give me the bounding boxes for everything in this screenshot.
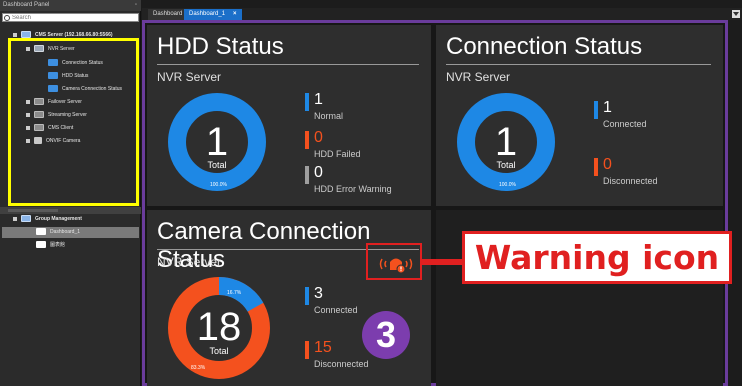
legend-bar [305, 131, 309, 149]
legend-value: 0 [603, 156, 612, 173]
group-icon [21, 215, 31, 223]
widget-title: Connection Status [446, 33, 643, 60]
legend-bar [305, 287, 309, 305]
warning-icon-highlight [366, 243, 422, 280]
legend-value: 15 [314, 339, 332, 356]
widget-connection-status: Connection Status NVR Server 1 Total 100… [436, 25, 723, 206]
group-header-bar [0, 207, 141, 214]
widget-subtitle: NVR Server [446, 70, 511, 84]
search-input[interactable] [12, 14, 132, 22]
donut-total: 1 [205, 120, 229, 164]
legend-label: HDD Error Warning [314, 184, 392, 194]
legend-label: Connected [603, 119, 647, 129]
legend-bar [305, 166, 309, 184]
tree-item-chart[interactable]: 圖表館 [36, 240, 65, 251]
tab-dashboard-1[interactable]: Dashboard_1 × [184, 9, 242, 20]
widget-subtitle: NVR Server [157, 255, 222, 269]
legend-label: Disconnected [314, 359, 369, 369]
expand-icon[interactable] [13, 32, 17, 37]
pin-icon[interactable]: ▫ [135, 0, 137, 11]
donut-percent-connected: 16.7% [227, 290, 242, 296]
legend-bar [594, 101, 598, 119]
donut-chart: 1 Total 100.0% [167, 92, 267, 192]
tab-menu-dropdown-icon[interactable] [732, 10, 740, 18]
widget-hdd-status: HDD Status NVR Server 1 Total 100.0% 1 N… [147, 25, 431, 206]
tree-item-dashboard-1[interactable]: Dashboard_1 [36, 227, 80, 238]
legend-value: 1 [603, 99, 612, 116]
legend-bar [305, 341, 309, 359]
step-badge: 3 [362, 311, 410, 359]
legend-bar [305, 93, 309, 111]
tab-dashboard[interactable]: Dashboard [148, 9, 188, 20]
legend-value: 1 [314, 91, 323, 108]
dashboard-panel: Dashboard Panel ▫ CMS Server (192.168.66… [0, 0, 141, 386]
callout-label: Warning icon [474, 238, 720, 277]
highlight-box [8, 38, 139, 206]
legend-bar [594, 158, 598, 176]
widget-title: HDD Status [157, 33, 284, 60]
search-box[interactable] [2, 13, 139, 22]
donut-percent-disconnected: 83.3% [191, 365, 206, 371]
callout-box: Warning icon [462, 231, 732, 284]
expand-icon[interactable] [13, 216, 17, 221]
donut-chart: 18 Total 16.7% 83.3% [167, 276, 271, 380]
panel-title: Dashboard Panel [0, 0, 141, 11]
widget-camera-connection-status: Camera Connection Status NVR Server 18 T… [147, 210, 431, 386]
donut-total-label: Total [496, 160, 516, 170]
callout-connector [421, 259, 465, 265]
legend-label: Disconnected [603, 176, 658, 186]
legend-label: HDD Failed [314, 149, 361, 159]
donut-total: 18 [196, 305, 242, 349]
divider [446, 64, 711, 65]
legend-value: 0 [314, 164, 323, 181]
dashboard-area: HDD Status NVR Server 1 Total 100.0% 1 N… [142, 20, 728, 386]
legend-value: 0 [314, 129, 323, 146]
dashboard-icon [36, 241, 46, 249]
donut-percent: 100.0% [210, 182, 227, 188]
legend-label: Connected [314, 305, 358, 315]
legend-label: Normal [314, 111, 344, 121]
donut-total: 1 [494, 120, 518, 164]
close-icon[interactable]: × [233, 11, 237, 17]
divider [157, 64, 419, 65]
tab-bar: Dashboard Dashboard_1 × [142, 8, 742, 20]
dashboard-icon [36, 228, 46, 236]
donut-chart: 1 Total 100.0% [456, 92, 556, 192]
donut-total-label: Total [207, 160, 227, 170]
donut-total-label: Total [209, 346, 229, 356]
tree-item-group-management[interactable]: Group Management [13, 214, 82, 225]
search-icon [4, 15, 10, 21]
legend-value: 3 [314, 285, 323, 302]
donut-percent: 100.0% [499, 182, 516, 188]
widget-subtitle: NVR Server [157, 70, 222, 84]
